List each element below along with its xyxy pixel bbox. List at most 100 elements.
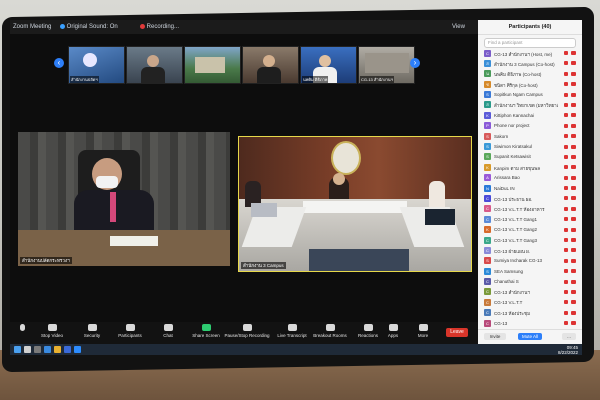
participant-row[interactable]: S Sakorn (478, 131, 582, 141)
avatar: C (484, 278, 491, 286)
participant-row[interactable]: N NaiDuL IN (478, 183, 582, 193)
file-explorer-icon[interactable] (54, 346, 61, 353)
video-tile-right-active[interactable]: สำนักงาน 3 Campus (238, 136, 472, 272)
view-button[interactable]: View (452, 24, 465, 30)
mute-button[interactable] (14, 324, 30, 333)
thumbnail-2[interactable] (184, 46, 241, 84)
participant-row[interactable]: K CG-13 V.L.T.T Gang2 (478, 225, 582, 235)
breakout-rooms-button[interactable]: Breakout Rooms (310, 324, 350, 338)
participant-row[interactable]: S SEA Samsung (478, 266, 582, 276)
participant-row[interactable]: C CG-13 ฝ่ายแผน ผ. (478, 245, 582, 255)
word-icon[interactable] (64, 346, 71, 353)
stop-video-button[interactable]: Stop Video (32, 324, 72, 338)
chat-icon (163, 324, 173, 331)
meeting-toolbar: Stop Video Security Participants Chat Sh… (10, 322, 478, 344)
muted-microphone-icon (564, 51, 568, 55)
participant-row[interactable]: สสำนักงานฯ วิทยาเขต (มหาวิทยาลัย) (478, 100, 582, 110)
mute-all-button[interactable]: Mute All (518, 333, 542, 340)
toolbar-label: Pause/Stop Recording (224, 333, 270, 338)
participant-row[interactable]: C CG-13 (478, 318, 582, 328)
avatar: C (484, 205, 491, 213)
participant-row[interactable]: C Chanuthai S (478, 277, 582, 287)
participant-name: CG-13 V.L.T.T ห้องอาหาร (494, 207, 545, 213)
sound-icon (60, 24, 65, 29)
video-off-icon (571, 82, 576, 87)
toolbar-label: Reactions (357, 333, 378, 338)
share-screen-button[interactable]: Share Screen (186, 324, 226, 338)
invite-button[interactable]: Invite (484, 333, 506, 340)
video-off-icon (571, 269, 576, 274)
avatar: P (484, 122, 491, 130)
thumbnail-3[interactable] (242, 46, 299, 84)
avatar: ส (484, 101, 491, 109)
muted-microphone-icon (564, 82, 568, 87)
thumbnail-1[interactable] (126, 46, 183, 84)
participants-footer: Invite Mute All ... (478, 329, 582, 344)
chat-button[interactable]: Chat (148, 324, 188, 338)
participant-row[interactable]: S Siwimon Kiratsakul (478, 142, 582, 152)
original-sound-label: Original Sound: On (66, 24, 118, 31)
participant-row[interactable]: K Kittiphon Kannachai (478, 110, 582, 120)
video-tile-left[interactable]: สำนักงานปลัดกระทรวงฯ (18, 132, 230, 266)
thumbnail-4[interactable]: นพคิม ติธิภาพ (300, 46, 357, 84)
security-button[interactable]: Security (72, 324, 112, 338)
avatar: C (484, 298, 491, 306)
participant-row[interactable]: C CG-13 V.L.T.T Gang1 (478, 214, 582, 224)
video-off-icon (571, 227, 576, 232)
recording-button[interactable]: Pause/Stop Recording (224, 324, 270, 338)
apps-button[interactable]: Apps (378, 324, 408, 338)
participant-row[interactable]: ชชนิดา ศิริกุล (Co-host) (478, 79, 582, 89)
video-off-icon (571, 175, 576, 180)
participant-row[interactable]: C CG-13 V.L.T.T ห้องอาหาร (478, 204, 582, 214)
participant-search-input[interactable]: Find a participant (484, 38, 576, 48)
participant-name: CG-13 V.L.T.T Gang2 (494, 227, 538, 233)
video-off-icon (571, 248, 576, 253)
search-icon[interactable] (24, 346, 31, 353)
people-icon (125, 324, 135, 331)
windows-start-icon[interactable] (14, 346, 21, 353)
original-sound-toggle[interactable]: Original Sound: On (60, 24, 118, 30)
participant-row[interactable]: C CG-13 V.L.T.T Gang3 (478, 235, 582, 245)
participant-row[interactable]: P Phone nor project (478, 121, 582, 131)
recording-label: Recording... (146, 24, 180, 31)
muted-microphone-icon (564, 175, 568, 180)
monitor-screen: Zoom Meeting Original Sound: On Recordin… (10, 20, 582, 355)
edge-icon[interactable] (44, 346, 51, 353)
participant-row[interactable]: S Sumiya Incharak CG-13 (478, 256, 582, 266)
participant-row[interactable]: C CG-13 ห้องประชุม (478, 308, 582, 318)
video-off-icon (571, 113, 576, 118)
more-button[interactable]: More (408, 324, 438, 338)
recording-indicator[interactable]: Recording... (140, 24, 179, 30)
toolbar-label: Breakout Rooms (313, 333, 347, 338)
zoom-icon[interactable] (74, 346, 81, 353)
participant-row[interactable]: C CG-13 สำนักงานฯ (478, 287, 582, 297)
more-options-button[interactable]: ... (562, 333, 576, 340)
participant-row[interactable]: นนพคิม ติธิภาพ (Co-host) (478, 69, 582, 79)
participant-row[interactable]: สสำนักงาน 3 Campus (Co-host) (478, 58, 582, 68)
participant-row[interactable]: K Kanpim ตาม สายขุนพล (478, 162, 582, 172)
muted-microphone-icon (564, 279, 568, 284)
participant-row[interactable]: S Supanit Ketsawisit (478, 152, 582, 162)
participant-row[interactable]: A Arissara Bao (478, 173, 582, 183)
video-off-icon (571, 154, 576, 159)
chevron-left-icon[interactable]: ‹ (54, 58, 64, 68)
muted-microphone-icon (564, 269, 568, 274)
avatar: S (484, 143, 491, 151)
participant-row[interactable]: C CG-13 ประธาน ผอ. (478, 193, 582, 203)
participant-row[interactable]: S Sopitkun Ngam Campus (478, 90, 582, 100)
participant-row[interactable]: C CG-13 V.L.T.T (478, 297, 582, 307)
avatar: S (484, 132, 491, 140)
leave-button[interactable]: Leave (446, 328, 468, 337)
participant-name: CG-13 สำนักงานฯ (Host, me) (494, 51, 553, 57)
thumbnail-5[interactable]: CG-13 สำนักงานฯ (358, 46, 415, 84)
thumbnail-0[interactable]: สำนักงานปลัดฯ (68, 46, 125, 84)
chevron-right-icon[interactable]: › (410, 58, 420, 68)
participants-button[interactable]: Participants (110, 324, 150, 338)
participant-row[interactable]: C CG-13 สำนักงานฯ (Host, me) (478, 48, 582, 58)
meeting-top-bar: Zoom Meeting Original Sound: On Recordin… (10, 20, 478, 34)
video-off-icon (571, 51, 576, 55)
participant-name: CG-13 V.L.T.T Gang3 (494, 237, 538, 243)
task-view-icon[interactable] (34, 346, 41, 353)
participant-name: NaiDuL IN (494, 185, 515, 191)
live-transcript-button[interactable]: Live Transcript (272, 324, 312, 338)
